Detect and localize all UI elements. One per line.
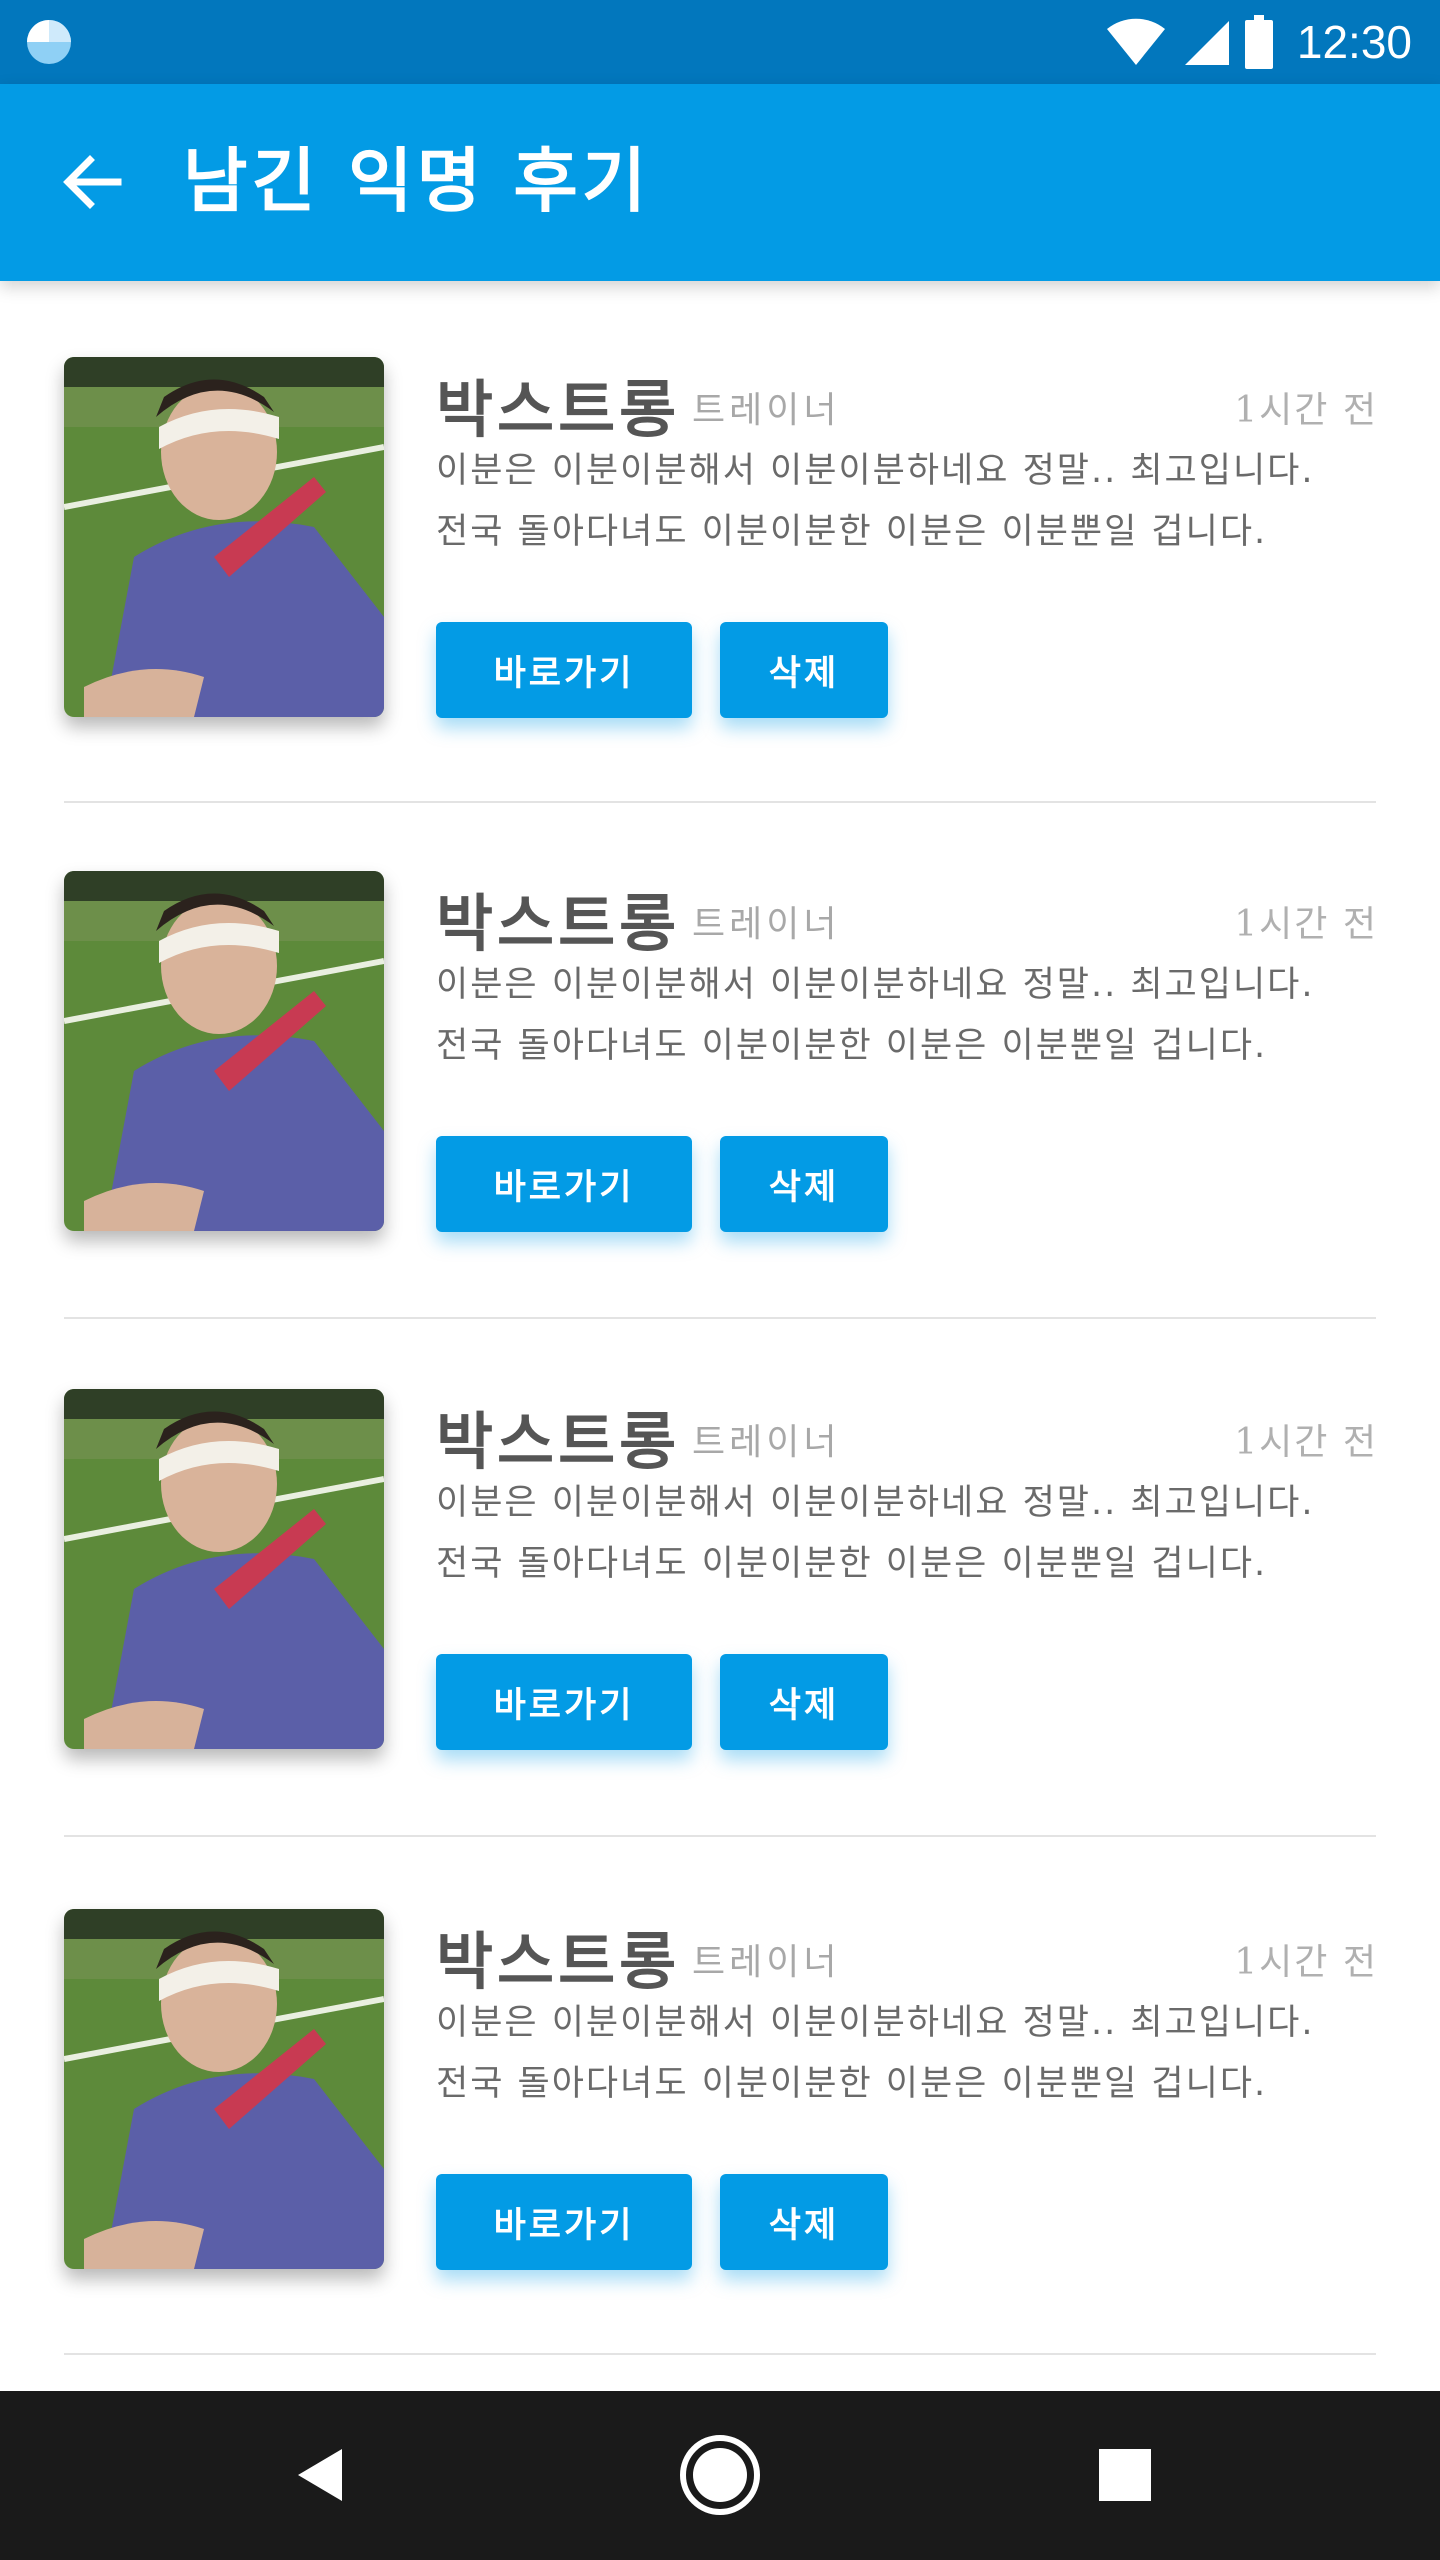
arrow-left-icon (63, 155, 122, 209)
go-button[interactable]: 바로가기 (436, 2174, 692, 2270)
review-text-line: 전국 돌아다녀도 이분이분한 이분은 이분뿐일 겁니다. (436, 1026, 1268, 1066)
app-bar: 남긴 익명 후기 (0, 84, 1440, 281)
review-text-line: 전국 돌아다녀도 이분이분한 이분은 이분뿐일 겁니다. (436, 1544, 1268, 1584)
review-text: 이분은 이분이분해서 이분이분하네요 정말.. 최고입니다. 전국 돌아다녀도 … (436, 441, 1356, 563)
go-button[interactable]: 바로가기 (436, 622, 692, 718)
review-item: 박스트롱 트레이너 1시간 전 이분은 이분이분해서 이분이분하네요 정말.. … (0, 1313, 1440, 1837)
athlete-photo-image (64, 1909, 384, 2269)
reviewer-name: 박스트롱 (436, 887, 681, 960)
delete-button[interactable]: 삭제 (720, 1654, 888, 1750)
reviewer-role: 트레이너 (692, 390, 841, 431)
recents-square-icon (1099, 2449, 1151, 2501)
review-time: 1시간 전 (1234, 390, 1378, 431)
review-text-line: 이분은 이분이분해서 이분이분하네요 정말.. 최고입니다. (436, 451, 1315, 491)
status-time: 12:30 (1296, 16, 1412, 68)
reviewer-name: 박스트롱 (436, 1405, 681, 1478)
review-text-line: 전국 돌아다녀도 이분이분한 이분은 이분뿐일 겁니다. (436, 512, 1268, 552)
signal-icon (1184, 21, 1229, 65)
reviewer-role: 트레이너 (692, 904, 841, 945)
app-logo-icon (27, 20, 71, 64)
reviewer-name: 박스트롱 (436, 1925, 681, 1998)
review-text-line: 이분은 이분이분해서 이분이분하네요 정말.. 최고입니다. (436, 965, 1315, 1005)
review-text-line: 전국 돌아다녀도 이분이분한 이분은 이분뿐일 겁니다. (436, 2064, 1268, 2104)
review-text: 이분은 이분이분해서 이분이분하네요 정말.. 최고입니다. 전국 돌아다녀도 … (436, 1473, 1356, 1595)
review-time: 1시간 전 (1234, 1942, 1378, 1983)
review-time: 1시간 전 (1234, 1422, 1378, 1463)
status-bar: 12:30 (0, 0, 1440, 84)
wifi-icon (1106, 18, 1165, 66)
athlete-photo-image (64, 1389, 384, 1749)
athlete-photo-image (64, 871, 384, 1231)
page-title: 남긴 익명 후기 (183, 140, 651, 222)
reviewer-photo[interactable] (64, 1909, 384, 2269)
review-text: 이분은 이분이분해서 이분이분하네요 정말.. 최고입니다. 전국 돌아다녀도 … (436, 955, 1356, 1077)
back-triangle-icon (298, 2449, 342, 2501)
back-button[interactable] (52, 142, 132, 222)
athlete-photo-image (64, 357, 384, 717)
go-button[interactable]: 바로가기 (436, 1654, 692, 1750)
home-circle-icon (680, 2435, 760, 2515)
reviewer-photo[interactable] (64, 871, 384, 1231)
review-item: 박스트롱 트레이너 1시간 전 이분은 이분이분해서 이분이분하네요 정말.. … (0, 281, 1440, 803)
delete-button[interactable]: 삭제 (720, 622, 888, 718)
reviewer-photo[interactable] (64, 357, 384, 717)
reviewer-role: 트레이너 (692, 1422, 841, 1463)
review-item: 박스트롱 트레이너 1시간 전 이분은 이분이분해서 이분이분하네요 정말.. … (0, 1833, 1440, 2355)
reviewer-name: 박스트롱 (436, 373, 681, 446)
review-text-line: 이분은 이분이분해서 이분이분하네요 정말.. 최고입니다. (436, 2003, 1315, 2043)
navigation-bar (0, 2391, 1440, 2560)
reviewer-role: 트레이너 (692, 1942, 841, 1983)
review-text: 이분은 이분이분해서 이분이분하네요 정말.. 최고입니다. 전국 돌아다녀도 … (436, 1993, 1356, 2115)
go-button[interactable]: 바로가기 (436, 1136, 692, 1232)
review-text-line: 이분은 이분이분해서 이분이분하네요 정말.. 최고입니다. (436, 1483, 1315, 1523)
review-item: 박스트롱 트레이너 1시간 전 이분은 이분이분해서 이분이분하네요 정말.. … (0, 795, 1440, 1319)
nav-home-button[interactable] (670, 2425, 770, 2525)
reviewer-photo[interactable] (64, 1389, 384, 1749)
nav-recents-button[interactable] (1075, 2425, 1175, 2525)
battery-icon (1244, 15, 1273, 69)
nav-back-button[interactable] (270, 2425, 370, 2525)
delete-button[interactable]: 삭제 (720, 2174, 888, 2270)
divider (64, 2353, 1376, 2355)
delete-button[interactable]: 삭제 (720, 1136, 888, 1232)
review-time: 1시간 전 (1234, 904, 1378, 945)
